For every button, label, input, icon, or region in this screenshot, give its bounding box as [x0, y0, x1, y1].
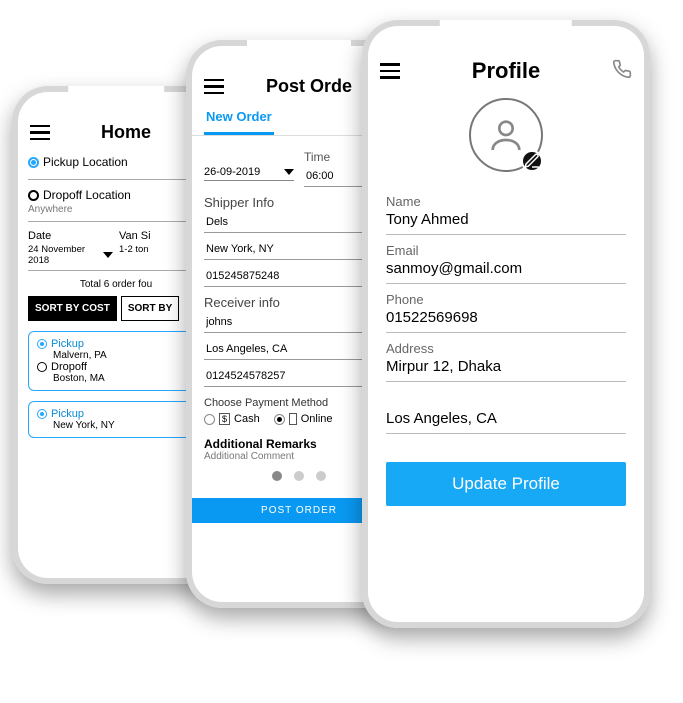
radio-icon	[274, 414, 285, 425]
card-dropoff-city: Boston, MA	[53, 373, 187, 384]
radio-icon	[204, 414, 215, 425]
phone-label: Phone	[386, 292, 626, 307]
cash-icon: $	[219, 413, 230, 425]
order-card[interactable]: Pickup Malvern, PA Dropoff Boston, MA N	[28, 331, 204, 391]
email-value[interactable]: sanmoy@gmail.com	[386, 258, 626, 284]
card-pickup-label: Pickup	[51, 338, 84, 350]
topbar: Home	[18, 116, 214, 147]
chevron-down-icon	[284, 169, 294, 175]
mobile-icon	[289, 413, 297, 425]
date-label: Date	[28, 230, 113, 242]
update-profile-button[interactable]: Update Profile	[386, 462, 626, 506]
payment-online-option[interactable]: Online	[274, 413, 333, 425]
chevron-down-icon	[103, 252, 113, 258]
date-value: 26-09-2019	[204, 166, 284, 178]
online-label: Online	[301, 413, 333, 425]
sort-by-button[interactable]: SORT BY	[121, 296, 179, 321]
dropoff-location-row[interactable]: Dropoff Location	[28, 188, 204, 202]
edit-avatar-icon[interactable]	[521, 150, 543, 172]
dot-icon	[272, 471, 282, 481]
dropoff-location-value: Anywhere	[28, 204, 204, 222]
payment-cash-option[interactable]: $ Cash	[204, 413, 260, 425]
page-title: Home	[50, 122, 202, 143]
dropoff-location-label: Dropoff Location	[43, 188, 131, 202]
address-value[interactable]: Mirpur 12, Dhaka	[386, 356, 626, 382]
date-value: 24 November 2018	[28, 244, 100, 266]
date-field[interactable]: . 26-09-2019	[204, 144, 294, 187]
screen-home: Home Pickup Location Dropoff Location An…	[18, 92, 214, 578]
pickup-location-row[interactable]: Pickup Location	[28, 155, 204, 169]
topbar: Profile	[368, 50, 644, 88]
radio-icon	[37, 409, 47, 419]
phone-icon[interactable]	[612, 59, 632, 84]
radio-icon	[28, 190, 39, 201]
name-value[interactable]: Tony Ahmed	[386, 209, 626, 235]
van-value: 1-2 ton	[119, 244, 149, 255]
profile-fields: Name Tony Ahmed Email sanmoy@gmail.com P…	[368, 186, 644, 434]
card-pickup-city: Malvern, PA	[53, 350, 187, 361]
home-form: Pickup Location Dropoff Location Anywher…	[18, 147, 214, 438]
notch	[440, 20, 572, 40]
total-orders-text: Total 6 order fou	[28, 279, 204, 290]
sort-buttons: SORT BY COST SORT BY	[28, 296, 204, 321]
name-label: Name	[386, 194, 626, 209]
phone-value[interactable]: 01522569698	[386, 307, 626, 333]
date-van-row: Date 24 November 2018 Van Si 1-2 ton	[28, 230, 204, 271]
order-card[interactable]: Pickup New York, NY	[28, 401, 204, 438]
notch	[247, 40, 351, 60]
pickup-location-label: Pickup Location	[43, 155, 128, 169]
menu-icon[interactable]	[204, 79, 224, 95]
tab-new-order[interactable]: New Order	[204, 103, 274, 135]
sort-by-cost-button[interactable]: SORT BY COST	[28, 296, 117, 321]
radio-icon	[37, 339, 47, 349]
radio-icon	[37, 362, 47, 372]
date-field[interactable]: Date 24 November 2018	[28, 230, 113, 266]
avatar[interactable]	[469, 98, 543, 172]
dot-icon	[294, 471, 304, 481]
radio-icon	[28, 157, 39, 168]
menu-icon[interactable]	[30, 125, 50, 141]
avatar-section	[368, 98, 644, 172]
email-label: Email	[386, 243, 626, 258]
extra-location[interactable]: Los Angeles, CA	[386, 396, 626, 434]
screen-profile: Profile Name Tony Ahmed Email sanmoy@gma…	[368, 26, 644, 622]
phone-profile: Profile Name Tony Ahmed Email sanmoy@gma…	[362, 20, 650, 628]
card-pickup-label: Pickup	[51, 408, 84, 420]
card-dropoff-label: Dropoff	[51, 361, 87, 373]
page-title: Profile	[400, 58, 612, 84]
cash-label: Cash	[234, 413, 260, 425]
dot-icon	[316, 471, 326, 481]
notch	[68, 86, 164, 106]
address-label: Address	[386, 341, 626, 356]
card-pickup-city: New York, NY	[53, 420, 195, 431]
menu-icon[interactable]	[380, 63, 400, 79]
